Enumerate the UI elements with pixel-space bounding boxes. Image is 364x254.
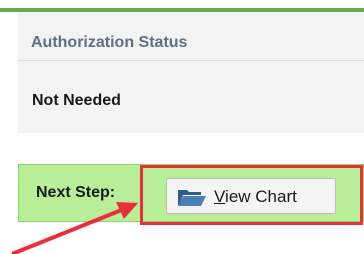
authorization-panel: Authorization Status Not Needed (18, 12, 364, 133)
highlight-annotation (140, 165, 363, 225)
authorization-status-value: Not Needed (32, 92, 121, 109)
next-step-label: Next Step: (36, 184, 116, 201)
authorization-panel-header: Authorization Status (18, 12, 364, 61)
authorization-status-label: Authorization Status (31, 34, 188, 51)
